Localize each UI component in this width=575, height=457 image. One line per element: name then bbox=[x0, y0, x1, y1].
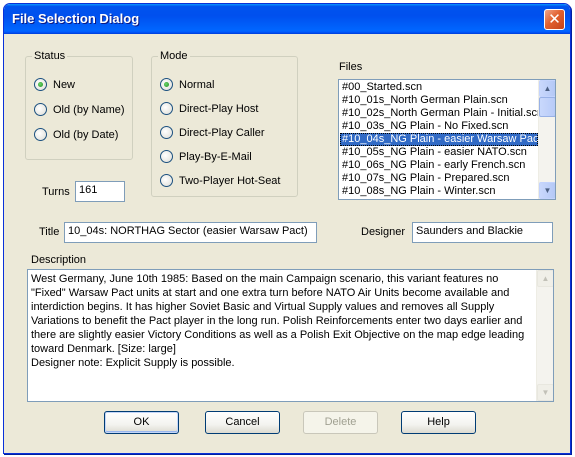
files-list: #00_Started.scn #10_01s_North German Plai… bbox=[340, 81, 538, 198]
chevron-up-icon: ▲ bbox=[541, 274, 550, 283]
status-option-old-by-date[interactable]: Old (by Date) bbox=[34, 128, 118, 141]
files-label: Files bbox=[339, 61, 363, 73]
status-option-new[interactable]: New bbox=[34, 78, 75, 91]
designer-label: Designer bbox=[361, 226, 406, 238]
scroll-down-button[interactable]: ▼ bbox=[537, 384, 553, 401]
description-text: West Germany, June 10th 1985: Based on t… bbox=[31, 273, 525, 369]
mode-option-label: Normal bbox=[179, 78, 215, 91]
file-list-item[interactable]: #10_02s_North German Plain - Initial.scn bbox=[340, 107, 538, 120]
file-list-item[interactable]: #10_07s_NG Plain - Prepared.scn bbox=[340, 172, 538, 185]
title-label: Title bbox=[39, 226, 60, 238]
title-input[interactable]: 10_04s: NORTHAG Sector (easier Warsaw Pa… bbox=[64, 222, 317, 243]
radio-button-checked[interactable] bbox=[34, 78, 47, 91]
radio-button[interactable] bbox=[34, 128, 47, 141]
mode-legend: Mode bbox=[160, 50, 188, 62]
description-box[interactable]: West Germany, June 10th 1985: Based on t… bbox=[27, 269, 554, 402]
files-scrollbar[interactable]: ▲ ▼ bbox=[538, 80, 555, 199]
file-list-item[interactable]: #10_08s_NG Plain - Winter.scn bbox=[340, 185, 538, 198]
file-list-item-selected[interactable]: #10_04s_NG Plain - easier Warsaw Pact bbox=[340, 133, 538, 146]
status-option-label: Old (by Name) bbox=[53, 103, 125, 116]
scroll-thumb[interactable] bbox=[539, 97, 555, 117]
status-option-old-by-name[interactable]: Old (by Name) bbox=[34, 103, 125, 116]
status-legend: Status bbox=[34, 50, 66, 62]
status-group: Status New Old (by Name) Old (by Date) bbox=[25, 50, 133, 160]
designer-input[interactable]: Saunders and Blackie bbox=[412, 222, 553, 243]
cancel-button[interactable]: Cancel bbox=[205, 411, 280, 434]
radio-button[interactable] bbox=[34, 103, 47, 116]
chevron-up-icon: ▲ bbox=[543, 84, 552, 93]
radio-button[interactable] bbox=[160, 150, 173, 163]
radio-button[interactable] bbox=[160, 126, 173, 139]
file-list-item[interactable]: #10_01s_North German Plain.scn bbox=[340, 94, 538, 107]
delete-button[interactable]: Delete bbox=[303, 411, 378, 434]
window-title: File Selection Dialog bbox=[12, 11, 140, 26]
mode-option-label: Play-By-E-Mail bbox=[179, 150, 252, 163]
mode-option-label: Direct-Play Caller bbox=[179, 126, 265, 139]
radio-button[interactable] bbox=[160, 174, 173, 187]
mode-option-label: Two-Player Hot-Seat bbox=[179, 174, 281, 187]
chevron-down-icon: ▼ bbox=[541, 388, 550, 397]
file-list-item[interactable]: #10_05s_NG Plain - easier NATO.scn bbox=[340, 146, 538, 159]
status-option-label: Old (by Date) bbox=[53, 128, 119, 141]
dialog-body: Status New Old (by Name) Old (by Date) M… bbox=[8, 34, 566, 449]
mode-option-normal[interactable]: Normal bbox=[160, 78, 214, 91]
mode-option-direct-play-host[interactable]: Direct-Play Host bbox=[160, 102, 258, 115]
turns-label: Turns bbox=[42, 186, 70, 198]
close-button[interactable]: ✕ bbox=[544, 9, 565, 30]
chevron-down-icon: ▼ bbox=[543, 186, 552, 195]
turns-input[interactable]: 161 bbox=[75, 181, 125, 202]
status-option-label: New bbox=[53, 78, 76, 91]
help-button[interactable]: Help bbox=[401, 411, 476, 434]
description-label: Description bbox=[31, 254, 87, 266]
scroll-up-button[interactable]: ▲ bbox=[539, 80, 555, 97]
ok-button[interactable]: OK bbox=[104, 411, 179, 434]
close-icon: ✕ bbox=[548, 10, 561, 28]
mode-option-play-by-email[interactable]: Play-By-E-Mail bbox=[160, 150, 252, 163]
radio-button[interactable] bbox=[160, 102, 173, 115]
radio-button-checked[interactable] bbox=[160, 78, 173, 91]
file-list-item[interactable]: #00_Started.scn bbox=[340, 81, 538, 94]
file-list-item[interactable]: #10_03s_NG Plain - No Fixed.scn bbox=[340, 120, 538, 133]
description-scrollbar[interactable]: ▲ ▼ bbox=[536, 270, 553, 401]
mode-option-label: Direct-Play Host bbox=[179, 102, 259, 115]
mode-group: Mode Normal Direct-Play Host Direct-Play… bbox=[151, 50, 298, 197]
file-list-item[interactable]: #10_06s_NG Plain - early French.scn bbox=[340, 159, 538, 172]
file-selection-dialog: File Selection Dialog ✕ Status New Old (… bbox=[3, 3, 571, 454]
scroll-down-button[interactable]: ▼ bbox=[539, 182, 555, 199]
title-bar[interactable]: File Selection Dialog ✕ bbox=[4, 4, 570, 34]
mode-option-two-player-hot-seat[interactable]: Two-Player Hot-Seat bbox=[160, 174, 280, 187]
files-listbox[interactable]: #00_Started.scn #10_01s_North German Plai… bbox=[338, 79, 556, 200]
scroll-up-button[interactable]: ▲ bbox=[537, 270, 553, 287]
mode-option-direct-play-caller[interactable]: Direct-Play Caller bbox=[160, 126, 265, 139]
